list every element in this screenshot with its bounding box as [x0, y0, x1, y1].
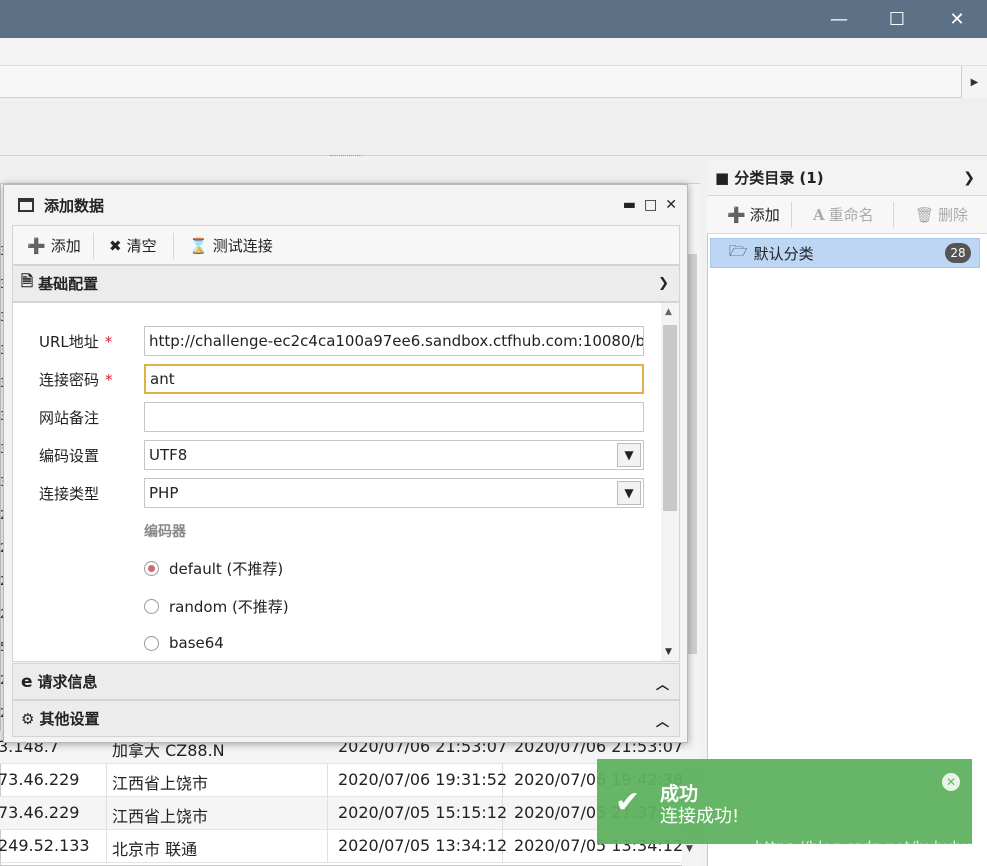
- category-toolbar: ➕ 添加 A 重命名 🗑 删除: [707, 196, 987, 234]
- trash-icon: 🗑: [915, 205, 935, 224]
- gears-icon: ⚙: [21, 709, 35, 728]
- font-icon: A: [813, 205, 825, 224]
- plus-circle-icon: ➕: [27, 236, 46, 255]
- row-location: 江西省上饶市: [112, 807, 209, 826]
- folder-icon: ■: [715, 168, 730, 187]
- category-rename-button[interactable]: A 重命名: [813, 204, 874, 225]
- password-input[interactable]: ant: [144, 364, 644, 394]
- category-item-default[interactable]: 🗁 默认分类 28: [710, 238, 980, 268]
- row-location: 江西省上饶市: [112, 774, 209, 793]
- dialog-minimize-icon[interactable]: ▬: [623, 197, 636, 213]
- row-ip: 73.46.229: [0, 803, 80, 822]
- password-label: 连接密码 *: [39, 371, 113, 389]
- dialog-title: 添加数据: [44, 196, 105, 215]
- dialog-titlebar[interactable]: 添加数据 ▬ □ ✕: [4, 185, 687, 225]
- basic-config-form: URL地址 * http://challenge-ec2c4ca100a97ee6…: [12, 302, 680, 662]
- row-ip: 73.46.229: [0, 770, 80, 789]
- scroll-down-icon[interactable]: ▼: [686, 844, 693, 854]
- window-titlebar: — ☐ ✕: [0, 0, 987, 38]
- maximize-button[interactable]: ☐: [868, 0, 926, 38]
- checkmark-icon: ✔: [615, 785, 641, 820]
- watermark-text: https://blog.csdn.net/hxhxhxhxx: [755, 838, 987, 856]
- url-label: URL地址 *: [39, 333, 113, 351]
- dialog-toolbar: ➕ 添加 ✖ 清空 ⌛ 测试连接: [12, 225, 680, 265]
- encoder-default-radio[interactable]: default (不推荐): [144, 558, 283, 579]
- tab-bar: ▶: [0, 66, 987, 98]
- scroll-up-icon[interactable]: ▲: [665, 307, 672, 317]
- dialog-add-button[interactable]: ➕ 添加: [27, 235, 81, 256]
- success-toast: ✔ 成功 连接成功! ✕: [597, 759, 972, 844]
- toast-message: 连接成功!: [660, 806, 740, 827]
- chevron-down-icon[interactable]: ❯: [658, 276, 669, 291]
- chevron-up-icon[interactable]: ︿: [656, 711, 669, 730]
- type-select[interactable]: PHP ▼: [144, 478, 644, 508]
- encoder-label: 编码器: [144, 524, 186, 540]
- folder-open-icon: 🗁: [729, 241, 748, 260]
- encoding-label: 编码设置: [39, 447, 100, 465]
- x-icon: ✖: [109, 236, 122, 255]
- ie-icon: e: [21, 671, 33, 692]
- radio-checked-icon[interactable]: [144, 561, 159, 576]
- form-scrollbar-thumb[interactable]: [663, 325, 677, 511]
- category-title: 分类目录 (1): [734, 169, 824, 187]
- document-icon: 🗎: [21, 272, 34, 290]
- type-label: 连接类型: [39, 485, 100, 503]
- table-row[interactable]: 73.46.229 江西省上饶市 2020/07/05 15:15:12 202…: [0, 797, 682, 830]
- dialog-clear-button[interactable]: ✖ 清空: [109, 235, 157, 256]
- section-request-info[interactable]: e 请求信息 ︿: [12, 663, 680, 700]
- encoding-select[interactable]: UTF8 ▼: [144, 440, 644, 470]
- encoder-base64-radio[interactable]: base64: [144, 634, 224, 652]
- test-connection-button[interactable]: ⌛ 测试连接: [189, 235, 273, 256]
- category-count-badge: 28: [945, 243, 971, 263]
- table-row[interactable]: 73.46.229 江西省上饶市 2020/07/06 19:31:52 202…: [0, 764, 683, 797]
- chevron-right-icon[interactable]: ❯: [963, 170, 975, 186]
- section-basic-config[interactable]: 🗎 基础配置 ❯: [12, 265, 680, 302]
- row-created: 2020/07/06 19:31:52: [338, 770, 508, 789]
- row-location: 北京市 联通: [112, 840, 198, 859]
- category-add-button[interactable]: ➕ 添加: [727, 204, 780, 225]
- radio-icon[interactable]: [144, 635, 159, 651]
- note-label: 网站备注: [39, 409, 100, 427]
- toast-close-icon[interactable]: ✕: [942, 773, 960, 791]
- note-input[interactable]: [144, 402, 644, 432]
- row-ip: 249.52.133: [0, 836, 90, 855]
- chevron-down-icon[interactable]: ▼: [617, 443, 641, 467]
- add-data-dialog: 添加数据 ▬ □ ✕ ➕ 添加 ✖ 清空 ⌛ 测试连接 🗎 基础配置 ❯ URL…: [3, 184, 688, 743]
- main-toolbar: [0, 98, 987, 156]
- section-other-settings[interactable]: ⚙ 其他设置 ︿: [12, 700, 680, 737]
- dialog-close-icon[interactable]: ✕: [665, 197, 677, 213]
- row-created: 2020/07/05 13:34:12: [338, 836, 508, 855]
- category-header[interactable]: ■ 分类目录 (1) ❯: [707, 160, 987, 196]
- spinner-icon: ⌛: [189, 236, 208, 255]
- radio-icon[interactable]: [144, 599, 159, 614]
- plus-circle-icon: ➕: [727, 205, 746, 224]
- scroll-down-icon[interactable]: ▼: [665, 647, 672, 657]
- close-window-button[interactable]: ✕: [928, 0, 986, 38]
- dialog-maximize-icon[interactable]: □: [644, 197, 657, 213]
- chevron-down-icon[interactable]: ▼: [617, 481, 641, 505]
- menu-bar: [0, 38, 987, 66]
- row-created: 2020/07/05 15:15:12: [338, 803, 508, 822]
- tab-scroll-right-icon[interactable]: ▶: [961, 66, 987, 98]
- form-scrollbar[interactable]: ▲ ▼: [661, 303, 679, 661]
- shell-list-header: [0, 160, 700, 184]
- window-icon: [18, 198, 34, 212]
- chevron-up-icon[interactable]: ︿: [656, 674, 669, 693]
- splitter-grip[interactable]: [330, 155, 362, 158]
- encoder-random-radio[interactable]: random (不推荐): [144, 596, 289, 617]
- url-input[interactable]: http://challenge-ec2c4ca100a97ee6.sandbo…: [144, 326, 644, 356]
- minimize-button[interactable]: —: [810, 0, 868, 38]
- category-item-label: 默认分类: [753, 244, 814, 263]
- table-row[interactable]: 249.52.133 北京市 联通 2020/07/05 13:34:12 20…: [0, 830, 683, 863]
- category-delete-button[interactable]: 🗑 删除: [915, 204, 968, 225]
